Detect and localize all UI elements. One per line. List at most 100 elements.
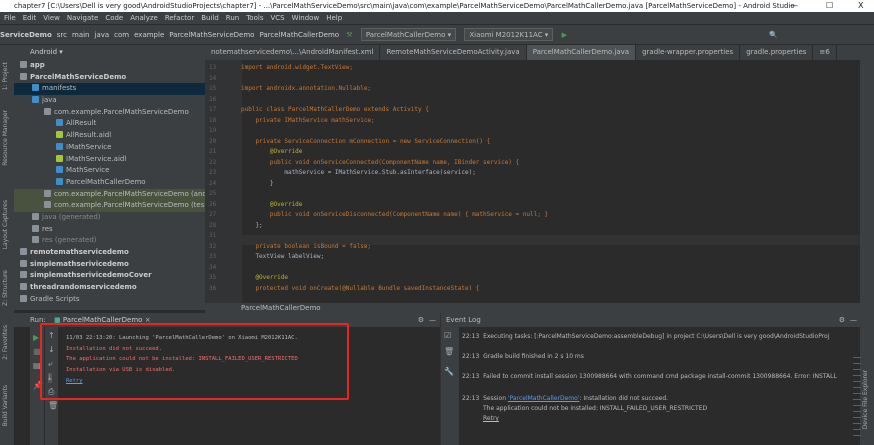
- build-variants-tool-button[interactable]: Build Variants: [2, 385, 9, 426]
- run-icon[interactable]: ▶: [562, 31, 567, 39]
- breadcrumb-item[interactable]: main: [72, 31, 90, 39]
- editor-tab[interactable]: gradle-wrapper.properties: [636, 45, 741, 60]
- event-entry: 22:13 Gradle build finished in 2 s 10 ms: [462, 353, 584, 360]
- build-hammer-icon[interactable]: ⚒: [346, 31, 352, 39]
- editor-tab[interactable]: notemathservicedemo\...\AndroidManifest.…: [205, 45, 381, 60]
- menu-view[interactable]: View: [43, 14, 60, 22]
- device-select[interactable]: Xiaomi M2012K11AC ▾: [464, 28, 554, 41]
- code-line: @Override: [241, 200, 303, 208]
- menu-window[interactable]: Window: [292, 14, 320, 22]
- tree-item[interactable]: MathService: [14, 165, 205, 177]
- editor-tab[interactable]: ParcelMathCallerDemo.java: [526, 45, 637, 60]
- breadcrumb-item[interactable]: example: [134, 31, 164, 39]
- wrench-icon[interactable]: 🔧: [444, 367, 454, 376]
- tree-item[interactable]: threadrandomservicedemo: [14, 282, 205, 294]
- editor-tab[interactable]: RemoteMathServiceDemoActivity.java: [380, 45, 527, 60]
- code-line: TextView labelView;: [241, 253, 325, 260]
- tree-item-label: java (generated): [42, 212, 101, 221]
- tree-item-label: com.example.ParcelMathServiceDemo: [54, 107, 189, 116]
- tree-item[interactable]: remotemathservicedemo: [14, 247, 205, 259]
- tree-item[interactable]: simplemathserivicedemoCover: [14, 270, 205, 282]
- tree-item[interactable]: AllResult: [14, 118, 205, 130]
- menu-navigate[interactable]: Navigate: [67, 14, 98, 22]
- tree-item[interactable]: com.example.ParcelMathServiceDemo: [14, 107, 205, 119]
- structure-tool-button[interactable]: Z: Structure: [2, 270, 9, 306]
- line-number: 25: [209, 190, 217, 197]
- breadcrumb-item[interactable]: ParcelMathServiceDemo: [169, 31, 254, 39]
- tree-item[interactable]: com.example.ParcelMathServiceDemo (tes: [14, 200, 205, 212]
- tree-item[interactable]: manifests: [14, 83, 205, 96]
- menu-edit[interactable]: Edit: [23, 14, 37, 22]
- code-editor[interactable]: 13 14 15 16 17 18 19 20 21 22 23 24 25 26 27 28 31 32 33 34…: [205, 60, 860, 303]
- trash-icon[interactable]: 🗑: [48, 401, 58, 410]
- menu-file[interactable]: File: [4, 14, 16, 22]
- tree-item[interactable]: ParcelMathServiceDemo: [14, 72, 205, 84]
- mark-read-icon[interactable]: ☑: [444, 331, 451, 340]
- menu-refactor[interactable]: Refactor: [165, 14, 194, 22]
- menu-run[interactable]: Run: [226, 14, 239, 22]
- close-button[interactable]: X: [858, 0, 863, 12]
- tree-item[interactable]: app: [14, 60, 205, 72]
- menu-code[interactable]: Code: [105, 14, 123, 22]
- tree-item-label: MathService: [66, 166, 110, 175]
- tree-item[interactable]: res: [14, 224, 205, 236]
- search-icon[interactable]: 🔍: [769, 31, 778, 39]
- line-number: 17: [209, 106, 217, 113]
- layout-captures-tool-button[interactable]: Layout Captures: [2, 200, 9, 249]
- tree-item[interactable]: simplemathserivicedemo: [14, 259, 205, 271]
- rerun-icon[interactable]: ▶: [33, 333, 39, 342]
- tree-node-icon: [56, 119, 63, 127]
- device-file-explorer-button[interactable]: Device File Explorer: [862, 370, 869, 429]
- tree-item[interactable]: IMathService: [14, 142, 205, 154]
- line-number: 20: [209, 137, 217, 145]
- code-line: @Override: [241, 274, 288, 281]
- tree-item[interactable]: IMathService.aidl: [14, 154, 205, 166]
- editor-tab[interactable]: ≡6: [813, 45, 837, 60]
- breadcrumb-item[interactable]: java: [95, 31, 110, 39]
- breadcrumb-item[interactable]: src: [57, 31, 67, 39]
- line-number: 19: [209, 127, 217, 134]
- tree-item[interactable]: com.example.ParcelMathServiceDemo (and: [14, 188, 205, 201]
- session-link[interactable]: 'ParcelMathCallerDemo': [508, 395, 580, 402]
- resource-manager-tool-button[interactable]: Resource Manager: [2, 110, 9, 166]
- tree-item[interactable]: res (generated): [14, 235, 205, 247]
- breadcrumb-item[interactable]: com: [114, 31, 129, 39]
- editor-tab[interactable]: gradle.properties: [740, 45, 814, 60]
- menu-tools[interactable]: Tools: [246, 14, 263, 22]
- code-line: };: [241, 221, 263, 229]
- tree-item[interactable]: java (generated): [14, 212, 205, 224]
- menu-build[interactable]: Build: [201, 14, 219, 22]
- line-number: 27: [209, 211, 217, 218]
- tree-node-icon: [56, 142, 63, 150]
- tree-item[interactable]: Gradle Scripts: [14, 294, 205, 306]
- breadcrumb-item[interactable]: ParcelMathCallerDemo: [259, 31, 339, 39]
- tree-item[interactable]: ParcelMathCallerDemo: [14, 177, 205, 189]
- highlight-box: [40, 323, 349, 400]
- tree-item[interactable]: java: [14, 95, 205, 107]
- maximize-button[interactable]: ☐: [826, 0, 833, 12]
- breadcrumb-item[interactable]: ServiceDemo: [0, 31, 52, 39]
- tree-node-icon: [32, 96, 39, 104]
- tree-item-label: res (generated): [42, 236, 97, 245]
- code-line: @Override: [241, 148, 303, 155]
- run-config-select[interactable]: ParcelMathCallerDemo ▾: [360, 28, 457, 41]
- retry-link[interactable]: Retry: [483, 415, 499, 422]
- tree-node-icon: [20, 72, 27, 80]
- run-panel: Run: ■ ParcelMathCallerDemo × ⚙ — ▶ ■ ▤ …: [14, 313, 440, 445]
- favorites-tool-button[interactable]: 2: Favorites: [2, 325, 9, 360]
- gear-icon[interactable]: ⚙: [418, 313, 424, 327]
- line-number: 35: [209, 274, 217, 281]
- event-time: 22:13: [462, 333, 480, 340]
- minimize-button[interactable]: —: [790, 0, 798, 12]
- gear-icon[interactable]: ⚙: [839, 313, 845, 327]
- tree-item[interactable]: AllResult.aidl: [14, 130, 205, 142]
- line-number: 22: [209, 158, 217, 166]
- menu-analyze[interactable]: Analyze: [130, 14, 158, 22]
- project-view-select[interactable]: Android ▾: [0, 45, 205, 60]
- trash-icon[interactable]: 🗑: [444, 347, 454, 356]
- menu-help[interactable]: Help: [326, 14, 342, 22]
- menu-vcs[interactable]: VCS: [270, 14, 284, 22]
- hide-icon[interactable]: —: [850, 313, 857, 327]
- project-tool-button[interactable]: 1: Project: [2, 62, 9, 90]
- hide-icon[interactable]: —: [429, 313, 436, 327]
